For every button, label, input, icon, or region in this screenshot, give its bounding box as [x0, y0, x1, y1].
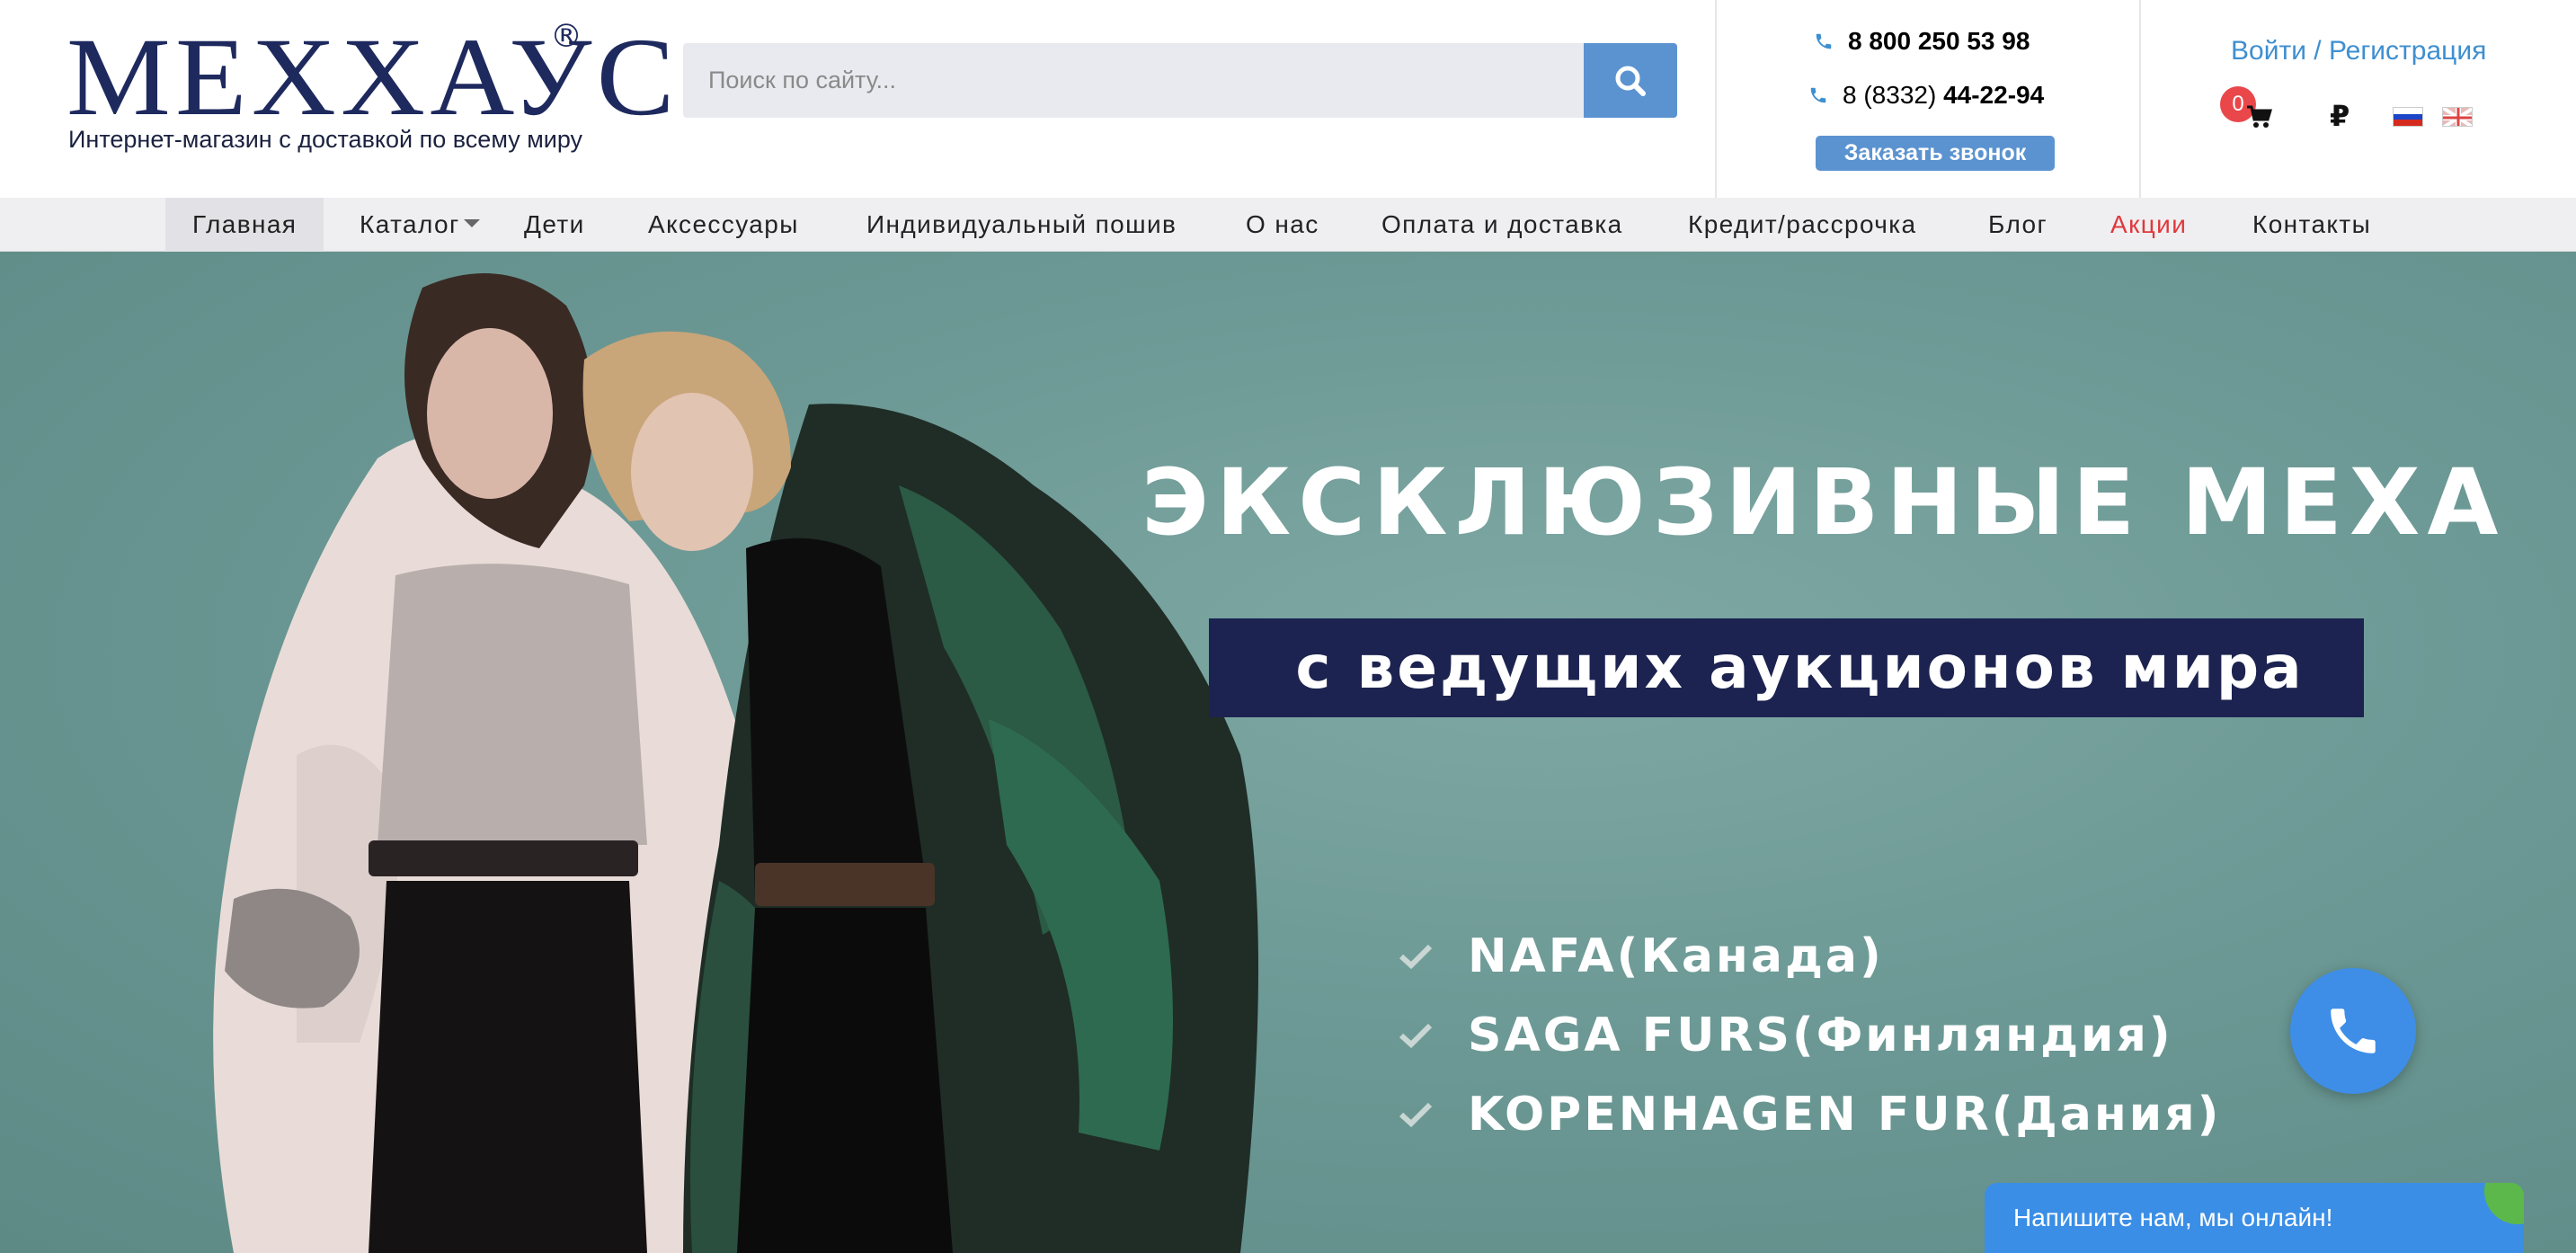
nav-item-blog[interactable]: Блог: [1988, 198, 2047, 252]
auction-name: SAGA FURS(Финляндия): [1468, 1009, 2173, 1062]
search-input[interactable]: [683, 43, 1586, 118]
nav-item-contacts[interactable]: Контакты: [2252, 198, 2371, 252]
cart-button[interactable]: 0: [2220, 86, 2274, 131]
list-item: KOPENHAGEN FUR(Дания): [1398, 1075, 2221, 1154]
phone-icon: [2331, 1009, 2376, 1053]
phone-local-prefix: 8 (8332): [1843, 81, 1937, 109]
chat-status-indicator: [2484, 1183, 2524, 1224]
online-chat-widget[interactable]: Напишите нам, мы онлайн!: [1985, 1183, 2524, 1253]
site-header: МЕХХАУС ® Интернет-магазин с доставкой п…: [0, 0, 2576, 198]
auction-name: KOPENHAGEN FUR(Дания): [1468, 1088, 2222, 1142]
currency-selector[interactable]: ₽: [2330, 99, 2349, 133]
registered-mark: ®: [550, 18, 582, 55]
account-block: Войти / Регистрация 0 ₽: [2141, 0, 2576, 198]
auction-list: NAFA(Канада) SAGA FURS(Финляндия) KOPENH…: [1398, 917, 2221, 1154]
nav-item-custom-tailoring[interactable]: Индивидуальный пошив: [866, 198, 1177, 252]
callback-button[interactable]: Заказать звонок: [1816, 136, 2055, 171]
nav-item-home[interactable]: Главная: [165, 198, 324, 252]
en-flag-icon[interactable]: [2442, 107, 2473, 127]
check-icon: [1399, 1023, 1433, 1049]
check-icon: [1399, 1102, 1433, 1128]
nav-item-promotions[interactable]: Акции: [2110, 198, 2187, 252]
phone-main-number: 8 800 250 53 98: [1848, 27, 2030, 55]
logo[interactable]: МЕХХАУС ® Интернет-магазин с доставкой п…: [67, 18, 674, 164]
phone-local[interactable]: 8 (8332) 44-22-94: [1808, 81, 2044, 110]
nav-item-label: Каталог: [360, 210, 460, 238]
nav-item-payment-delivery[interactable]: Оплата и доставка: [1381, 198, 1623, 252]
nav-item-catalog[interactable]: Каталог: [360, 198, 480, 252]
hero-headline: ЭКСКЛЮЗИВНЫЕ МЕХА: [1141, 449, 2506, 556]
nav-item-kids[interactable]: Дети: [524, 198, 585, 252]
nav-item-accessories[interactable]: Аксессуары: [648, 198, 799, 252]
logo-tagline: Интернет-магазин с доставкой по всему ми…: [68, 126, 583, 153]
nav-item-credit[interactable]: Кредит/рассрочка: [1688, 198, 1917, 252]
login-register-link[interactable]: Войти / Регистрация: [2231, 36, 2486, 67]
list-item: NAFA(Канада): [1398, 917, 2221, 996]
search-icon: [1615, 66, 1646, 96]
callback-fab-button[interactable]: [2290, 968, 2416, 1094]
logo-wordmark: МЕХХАУС: [67, 15, 680, 138]
check-icon: [1399, 944, 1433, 970]
phone-icon: [1816, 33, 1832, 49]
phone-main[interactable]: 8 800 250 53 98: [1814, 27, 2030, 56]
chevron-down-icon: [463, 219, 480, 228]
phone-local-number: 44-22-94: [1943, 81, 2045, 109]
auction-name: NAFA(Канада): [1468, 929, 1884, 983]
cart-icon: [2247, 105, 2272, 128]
search-button[interactable]: [1584, 43, 1677, 118]
models-photo: [213, 273, 1258, 1253]
chat-label: Напишите нам, мы онлайн!: [2013, 1204, 2333, 1231]
search-form: [683, 43, 1677, 118]
hero-subheadline-band: с ведущих аукционов мира: [1209, 618, 2364, 717]
main-nav: Главная Каталог Дети Аксессуары Индивиду…: [0, 198, 2576, 252]
hero-subheadline: с ведущих аукционов мира: [1295, 633, 2305, 702]
nav-item-about[interactable]: О нас: [1246, 198, 1319, 252]
list-item: SAGA FURS(Финляндия): [1398, 996, 2221, 1075]
phone-icon: [1810, 87, 1826, 103]
ru-flag-icon[interactable]: [2393, 107, 2423, 127]
contact-block: 8 800 250 53 98 8 (8332) 44-22-94 Заказа…: [1717, 0, 2139, 198]
hero-banner[interactable]: ЭКСКЛЮЗИВНЫЕ МЕХА с ведущих аукционов ми…: [0, 252, 2576, 1253]
